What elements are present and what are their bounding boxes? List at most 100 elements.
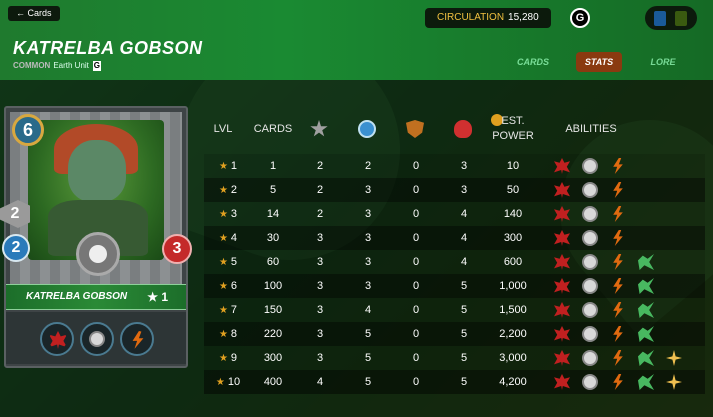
cell-power: 300: [503, 232, 523, 244]
mana-cost: 6: [12, 114, 44, 146]
cell-melee: 3: [316, 256, 324, 268]
helm-icon[interactable]: [582, 158, 598, 174]
cell-lvl: ★ 6: [208, 274, 248, 298]
fury-icon[interactable]: [554, 278, 570, 294]
helm-icon[interactable]: [582, 374, 598, 390]
level-value: 6: [230, 280, 238, 292]
bolt-icon[interactable]: [120, 322, 154, 356]
cell-lvl: ★ 9: [208, 346, 248, 370]
cell-cards: 14: [266, 208, 280, 220]
bolt-icon[interactable]: [613, 206, 623, 222]
hoof-icon[interactable]: [638, 302, 654, 318]
fury-icon[interactable]: [554, 350, 570, 366]
helm-icon[interactable]: [582, 302, 598, 318]
cell-cards: 100: [263, 280, 283, 292]
fury-icon[interactable]: [554, 230, 570, 246]
cell-speed: 3: [364, 256, 372, 268]
hoof-icon[interactable]: [638, 350, 654, 366]
cell-lvl: ★ 3: [208, 202, 248, 226]
fury-icon[interactable]: [554, 158, 570, 174]
tab-cards[interactable]: CARDS: [508, 52, 558, 72]
cell-power: 2,200: [499, 328, 527, 340]
cell-cards: 30: [266, 232, 280, 244]
bolt-icon[interactable]: [613, 182, 623, 198]
hoof-icon[interactable]: [638, 326, 654, 342]
cell-power: 4,200: [499, 376, 527, 388]
card-preview: 6 2 2 3 KATRELBA GOBSON ★ 1: [0, 106, 192, 368]
star-icon: ★: [215, 377, 225, 388]
card-name: KATRELBA GOBSON: [26, 291, 128, 302]
fury-icon[interactable]: [40, 322, 74, 356]
fury-icon[interactable]: [554, 206, 570, 222]
cell-power: 50: [506, 184, 520, 196]
cell-melee: 3: [316, 352, 324, 364]
bolt-icon[interactable]: [613, 278, 623, 294]
cell-lvl: ★ 2: [208, 178, 248, 202]
bolt-icon[interactable]: [613, 326, 623, 342]
helm-icon[interactable]: [582, 350, 598, 366]
helm-icon[interactable]: [80, 322, 114, 356]
circulation-label: CIRCULATION: [437, 12, 505, 23]
cell-cards: 300: [263, 352, 283, 364]
melee-stat: 2: [0, 200, 30, 228]
g-icon[interactable]: G: [570, 8, 590, 28]
star-icon: ★: [218, 257, 228, 268]
cell-power: 1,500: [499, 304, 527, 316]
helm-icon[interactable]: [582, 278, 598, 294]
cell-melee: 3: [316, 328, 324, 340]
table-row: ★ 2 5 2 3 0 3 50: [204, 178, 705, 202]
bolt-icon[interactable]: [613, 230, 623, 246]
fury-icon[interactable]: [554, 254, 570, 270]
star-icon: ★: [218, 353, 228, 364]
green-card-icon[interactable]: [675, 11, 687, 26]
hoof-icon[interactable]: [638, 278, 654, 294]
cell-health: 5: [460, 328, 468, 340]
cell-health: 5: [460, 352, 468, 364]
fury-icon[interactable]: [554, 374, 570, 390]
bolt-icon[interactable]: [613, 302, 623, 318]
cell-lvl: ★ 5: [208, 250, 248, 274]
fury-icon[interactable]: [554, 302, 570, 318]
star-icon: ★: [218, 329, 228, 340]
card-view-toggle[interactable]: [645, 6, 697, 30]
table-row: ★ 8 220 3 5 0 5 2,200: [204, 322, 705, 346]
helm-icon[interactable]: [582, 182, 598, 198]
helm-icon[interactable]: [582, 254, 598, 270]
helm-icon[interactable]: [582, 230, 598, 246]
cell-cards: 5: [269, 184, 277, 196]
hoof-icon[interactable]: [638, 374, 654, 390]
bolt-icon[interactable]: [613, 158, 623, 174]
helm-icon[interactable]: [582, 326, 598, 342]
star-icon: ★: [218, 305, 228, 316]
helm-icon[interactable]: [582, 206, 598, 222]
armor-icon: [406, 120, 424, 138]
hoof-icon[interactable]: [638, 254, 654, 270]
cell-power: 140: [503, 208, 523, 220]
cell-speed: 3: [364, 280, 372, 292]
tab-stats[interactable]: STATS: [576, 52, 622, 72]
table-header: LVL CARDS EST. POWER ABILITIES: [204, 112, 705, 152]
table-row: ★ 10 400 4 5 0 5 4,200: [204, 370, 705, 394]
bolt-icon[interactable]: [613, 374, 623, 390]
fury-icon[interactable]: [554, 182, 570, 198]
cell-melee: 2: [316, 208, 324, 220]
back-button[interactable]: ← Cards: [8, 6, 60, 21]
health-stat: 3: [162, 234, 192, 264]
bolt-icon[interactable]: [613, 254, 623, 270]
fury-icon[interactable]: [554, 326, 570, 342]
level-value: 2: [230, 184, 238, 196]
tab-lore[interactable]: LORE: [640, 52, 686, 72]
table-row: ★ 1 1 2 2 0 3 10: [204, 154, 705, 178]
spark-icon[interactable]: [666, 374, 682, 390]
cell-power: 10: [506, 160, 520, 172]
bolt-icon[interactable]: [613, 350, 623, 366]
header: ← Cards KATRELBA GOBSON COMMON Earth Unit…: [0, 0, 713, 80]
cell-armor: 0: [412, 184, 420, 196]
cell-lvl: ★ 8: [208, 322, 248, 346]
cell-speed: 3: [364, 232, 372, 244]
cell-armor: 0: [412, 376, 420, 388]
blue-card-icon[interactable]: [654, 11, 666, 26]
cell-health: 3: [460, 160, 468, 172]
tab-bar: CARDS STATS LORE: [0, 52, 713, 74]
spark-icon[interactable]: [666, 350, 682, 366]
